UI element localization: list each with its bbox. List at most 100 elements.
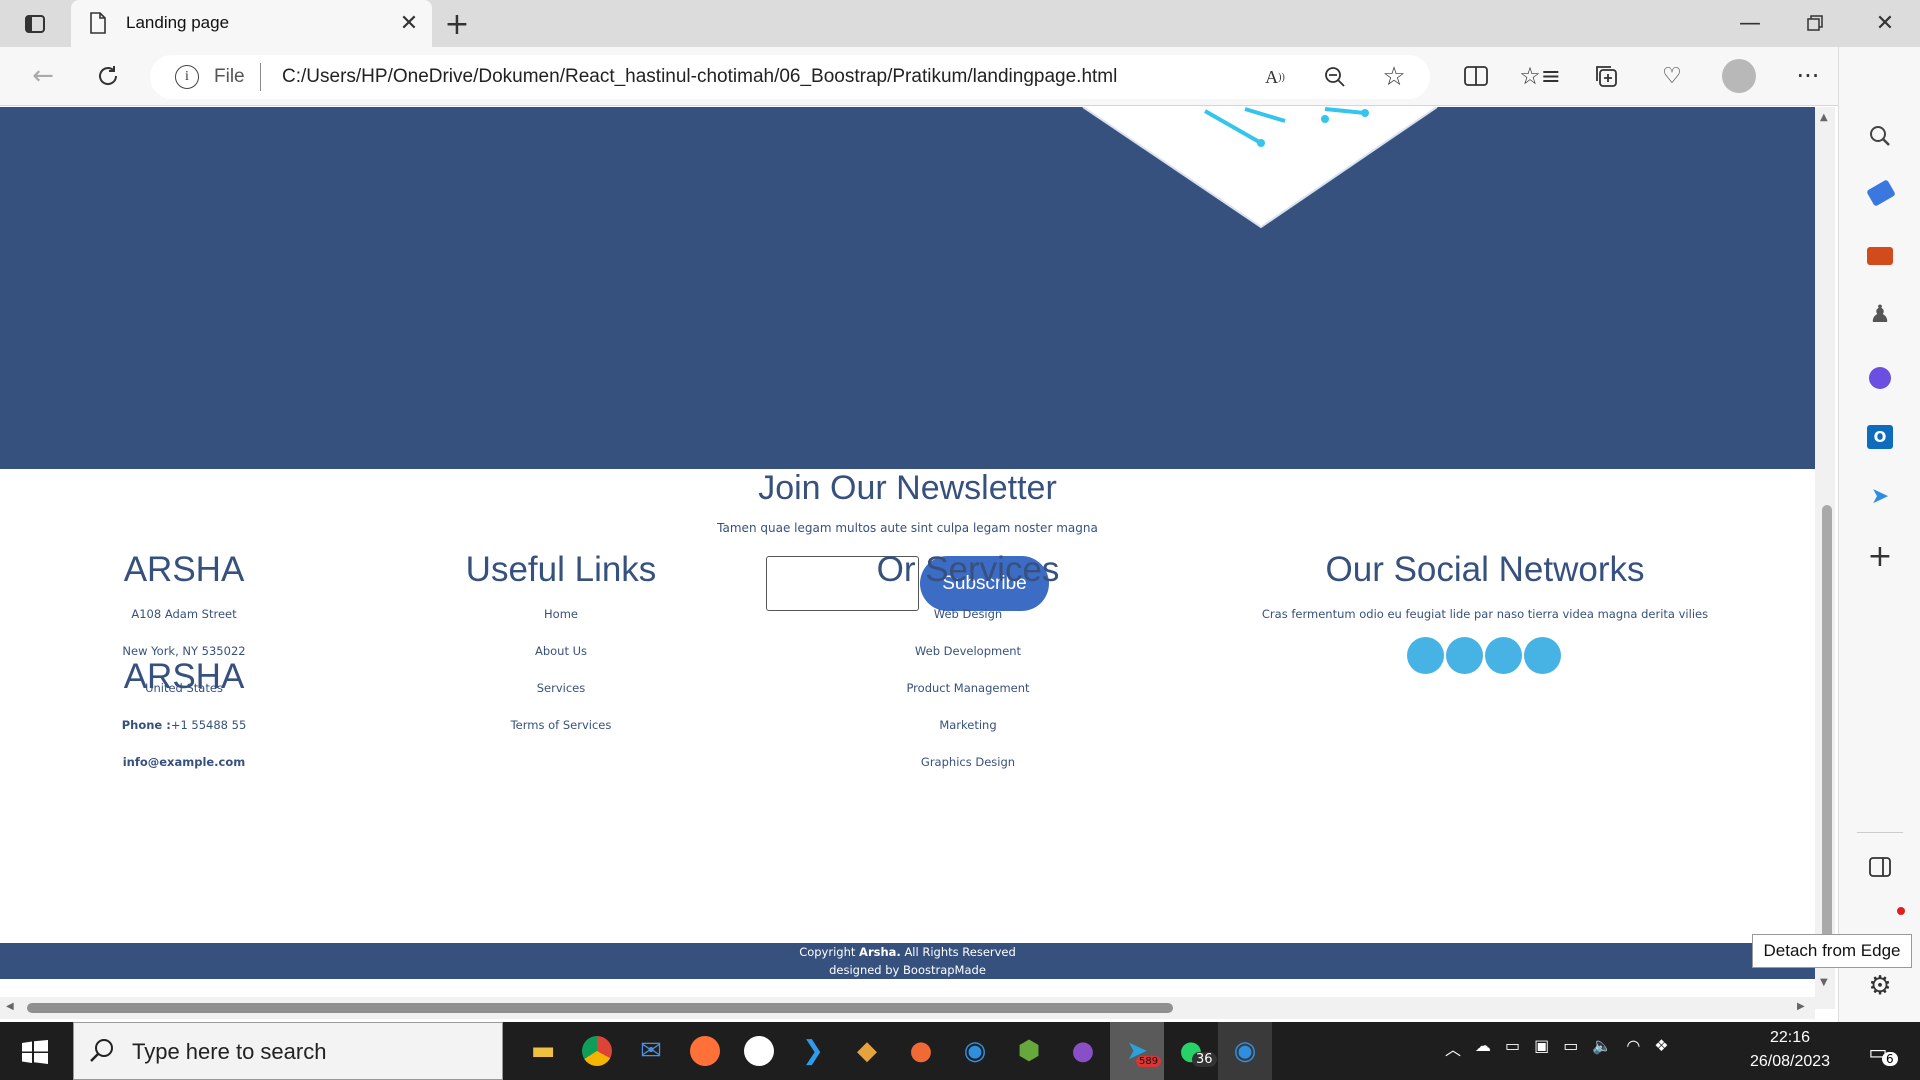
footer-link-terms[interactable]: Terms of Services xyxy=(461,707,661,744)
git-kraken-icon[interactable]: ◆ xyxy=(840,1022,894,1080)
collections-icon[interactable] xyxy=(1588,60,1624,92)
footer-useful-links-column: Useful Links Home About Us Services Term… xyxy=(461,550,661,744)
read-aloud-icon[interactable]: A)) xyxy=(1260,63,1290,91)
display-icon[interactable]: ▣ xyxy=(1534,1036,1549,1060)
drop-icon[interactable]: ➤ xyxy=(1863,479,1897,513)
close-tab-icon[interactable]: ✕ xyxy=(396,10,422,36)
footer-service-marketing[interactable]: Marketing xyxy=(868,707,1068,744)
github-desktop-icon[interactable]: ● xyxy=(1056,1022,1110,1080)
shopping-tag-icon[interactable] xyxy=(1866,179,1896,207)
footer-link-home[interactable]: Home xyxy=(461,596,661,633)
copyright-suffix: All Rights Reserved xyxy=(904,945,1016,959)
scroll-up-arrow[interactable]: ▲ xyxy=(1820,112,1828,123)
copyright-line: Copyright Arsha. All Rights Reserved xyxy=(0,943,1815,961)
back-icon[interactable]: ← xyxy=(25,60,61,92)
instagram-icon[interactable] xyxy=(1485,637,1522,674)
telegram-icon[interactable]: ➤ 589 xyxy=(1110,1022,1164,1080)
minimize-icon[interactable]: — xyxy=(1730,8,1770,38)
file-explorer-icon[interactable]: ▬ xyxy=(516,1022,570,1080)
new-tab-icon[interactable]: + xyxy=(440,7,474,42)
scroll-down-arrow[interactable]: ▼ xyxy=(1820,977,1828,988)
detach-tooltip: Detach from Edge xyxy=(1752,934,1912,968)
vertical-scroll-thumb[interactable] xyxy=(1822,505,1832,961)
wifi-icon[interactable]: ◠ xyxy=(1626,1036,1640,1060)
footer-brand-heading: ARSHA xyxy=(123,550,245,589)
footer-link-about[interactable]: About Us xyxy=(461,633,661,670)
postman-icon[interactable]: ● xyxy=(894,1022,948,1080)
whatsapp-icon[interactable]: ● 36 xyxy=(1164,1022,1218,1080)
footer-service-graphics-design[interactable]: Graphics Design xyxy=(868,744,1068,781)
scroll-right-arrow[interactable]: ▶ xyxy=(1797,1001,1805,1012)
firefox-icon[interactable] xyxy=(678,1022,732,1080)
restore-icon[interactable] xyxy=(1795,8,1835,38)
taskbar-search-placeholder: Type here to search xyxy=(132,1039,327,1064)
horizontal-scrollbar[interactable]: ◀ ▶ xyxy=(0,997,1815,1019)
favorites-icon[interactable]: ☆≡ xyxy=(1519,60,1561,92)
taskbar-apps: ▬ ✉ ❯ ◆ ● ◉ ⬢ ● ➤ 589 ● 36 ◉ xyxy=(516,1022,1272,1080)
taskbar-search-icon xyxy=(89,1038,115,1068)
microsoft-365-icon[interactable] xyxy=(1869,367,1891,389)
edge-icon[interactable]: ◉ xyxy=(948,1022,1002,1080)
footer-phone-label: Phone : xyxy=(121,718,171,732)
footer-country: United States xyxy=(145,681,223,695)
zoom-out-icon[interactable] xyxy=(1320,63,1350,91)
clock-date: 26/08/2023 xyxy=(1749,1053,1831,1070)
profile-avatar[interactable] xyxy=(1722,59,1756,93)
footer-email: info@example.com xyxy=(84,744,284,781)
web-page: Join Our Newsletter Tamen quae legam mul… xyxy=(0,107,1815,1009)
hero-section xyxy=(0,107,1815,469)
newsletter-title: Join Our Newsletter xyxy=(758,469,1057,507)
chrome-icon[interactable] xyxy=(570,1022,624,1080)
refresh-icon[interactable] xyxy=(90,60,126,92)
whatsapp-badge: 36 xyxy=(1192,1052,1217,1067)
split-screen-icon[interactable] xyxy=(1458,60,1494,92)
footer-link-services[interactable]: Services xyxy=(461,670,661,707)
facebook-icon[interactable] xyxy=(1446,637,1483,674)
footer-brand-details: ARSHA A108 Adam Street New York, NY 5350… xyxy=(84,550,284,781)
windows-start-icon[interactable] xyxy=(22,1040,48,1068)
linkedin-icon[interactable] xyxy=(1524,637,1561,674)
dropbox-icon[interactable]: ❖ xyxy=(1654,1036,1668,1060)
mail-icon[interactable]: ✉ xyxy=(624,1022,678,1080)
footer-service-product-management[interactable]: Product Management xyxy=(868,670,1068,707)
outlook-icon[interactable]: O xyxy=(1867,425,1893,449)
vertical-scrollbar[interactable]: ▲ ▼ xyxy=(1815,107,1835,1009)
twitter-icon[interactable] xyxy=(1407,637,1444,674)
onedrive-icon[interactable]: ☁ xyxy=(1475,1036,1491,1060)
nodejs-icon[interactable]: ⬢ xyxy=(1002,1022,1056,1080)
add-sidebar-app-icon[interactable]: + xyxy=(1863,539,1897,574)
vscode-icon[interactable]: ❯ xyxy=(786,1022,840,1080)
browser-essentials-icon[interactable]: ♡ xyxy=(1654,60,1690,92)
games-icon[interactable]: ♟ xyxy=(1863,297,1897,331)
taskbar-clock[interactable]: 22:16 26/08/2023 xyxy=(1740,1026,1840,1074)
footer-service-web-development[interactable]: Web Development xyxy=(868,633,1068,670)
edge-active-icon[interactable]: ◉ xyxy=(1218,1022,1272,1080)
horizontal-scroll-thumb[interactable] xyxy=(27,1003,1173,1013)
browser-tab[interactable]: Landing page ✕ xyxy=(71,0,432,47)
taskbar-search-box[interactable]: Type here to search xyxy=(73,1022,503,1080)
sidebar-divider xyxy=(1857,832,1903,833)
services-title: Or Services xyxy=(876,550,1060,589)
settings-gear-icon[interactable]: ⚙ xyxy=(1863,969,1897,1003)
volume-icon[interactable]: 🔈 xyxy=(1592,1036,1612,1060)
wps-icon[interactable] xyxy=(732,1022,786,1080)
footer-service-web-design[interactable]: Web Design xyxy=(868,596,1068,633)
hide-sidebar-icon[interactable] xyxy=(1863,850,1897,884)
footer-address-line1: A108 Adam Street xyxy=(131,607,237,621)
address-url[interactable]: C:/Users/HP/OneDrive/Dokumen/React_hasti… xyxy=(282,66,1117,88)
scroll-left-arrow[interactable]: ◀ xyxy=(6,1001,14,1012)
notification-center-icon[interactable]: ▭ 6 xyxy=(1858,1034,1898,1070)
meet-icon[interactable]: ▭ xyxy=(1505,1036,1520,1060)
tools-icon[interactable] xyxy=(1867,247,1893,265)
footer-email-address[interactable]: info@example.com xyxy=(123,755,246,769)
close-window-icon[interactable]: ✕ xyxy=(1865,8,1905,38)
favorite-star-icon[interactable]: ☆ xyxy=(1378,61,1410,93)
show-hidden-icons-icon[interactable]: ︿ xyxy=(1445,1036,1461,1060)
more-options-icon[interactable]: ··· xyxy=(1790,60,1826,92)
copyright-prefix: Copyright xyxy=(799,945,856,959)
battery-icon[interactable]: ▭ xyxy=(1563,1036,1578,1060)
address-bar[interactable]: i File C:/Users/HP/OneDrive/Dokumen/Reac… xyxy=(150,55,1430,99)
tab-actions-icon[interactable] xyxy=(20,10,50,38)
search-icon[interactable] xyxy=(1863,119,1897,153)
info-icon[interactable]: i xyxy=(175,65,199,89)
